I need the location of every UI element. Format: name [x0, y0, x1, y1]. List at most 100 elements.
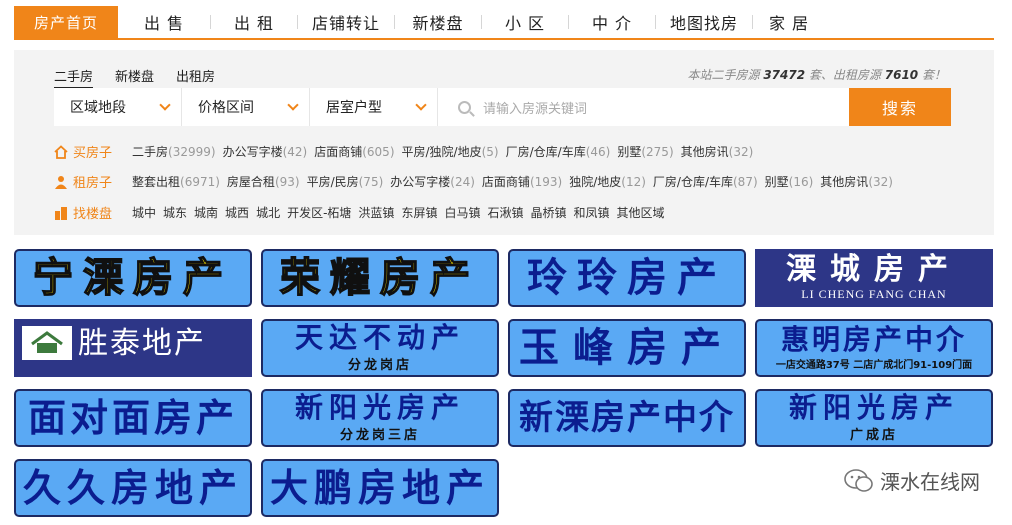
agency-logo-rongyao[interactable]: 荣耀房产	[261, 249, 499, 307]
agency-name: 新溧房产中介	[519, 398, 735, 438]
room-type-dropdown[interactable]: 居室户型	[310, 88, 438, 126]
agency-name: 新阳光房产	[294, 390, 465, 424]
wechat-icon	[844, 468, 873, 492]
building-icon	[55, 206, 67, 220]
agency-logo-licheng[interactable]: 溧城房产 LI CHENG FANG CHAN	[755, 249, 993, 307]
district-links: 城中 城东 城南 城西 城北 开发区-柘塘 洪蓝镇 东屏镇 白马镇 石湫镇 晶桥镇 和凤镇 其他区域	[132, 204, 672, 221]
link-count: (193)	[529, 175, 563, 189]
category-link[interactable]: 二手房(32999)	[132, 145, 216, 159]
tab-rental[interactable]: 出租房	[176, 66, 215, 89]
category-link[interactable]: 开发区-柘塘	[287, 206, 351, 220]
agency-logo-huiming[interactable]: 惠明房产中介 一店交通路37号 二店广成北门91-109门面	[755, 319, 993, 377]
tab-resale[interactable]: 二手房	[54, 66, 94, 89]
link-text: 别墅	[617, 145, 642, 159]
buy-label[interactable]: 买房子	[54, 142, 132, 161]
category-link[interactable]: 店面商铺(193)	[482, 175, 562, 189]
agency-logo-dapeng[interactable]: 大鹏房地产	[261, 459, 499, 517]
agency-branch: 广成店	[849, 427, 898, 443]
category-link[interactable]: 和凤镇	[574, 206, 610, 220]
agency-logo-ningli[interactable]: 宁溧房产	[14, 249, 252, 307]
agency-name: 溧城房产	[786, 251, 962, 287]
nav-map-search[interactable]: 地图找房	[656, 6, 752, 38]
agency-branch: 分龙岗店	[347, 357, 412, 373]
link-text: 办公写字楼	[390, 175, 451, 189]
link-count: (24)	[450, 175, 475, 189]
link-count: (605)	[362, 145, 395, 159]
link-text: 开发区-柘塘	[287, 206, 352, 220]
category-link[interactable]: 办公写字楼(42)	[223, 145, 308, 159]
search-panel: 二手房 新楼盘 出租房 本站二手房源 37472 套、出租房源 7610 套！ …	[14, 50, 994, 235]
agency-logo-mianduimian[interactable]: 面对面房产	[14, 389, 252, 447]
category-link[interactable]: 厂房/仓库/车库(46)	[506, 145, 611, 159]
nav-sale[interactable]: 出 售	[118, 6, 210, 38]
development-row: 找楼盘 城中 城东 城南 城西 城北 开发区-柘塘 洪蓝镇 东屏镇 白马镇 石湫镇 晶桥镇 和凤镇 其他…	[54, 203, 672, 222]
category-link[interactable]: 其他区域	[617, 206, 665, 220]
agency-logo-shengtai[interactable]: 胜泰地产	[14, 319, 252, 377]
category-link[interactable]: 房屋合租(93)	[227, 175, 300, 189]
category-link[interactable]: 石湫镇	[487, 206, 523, 220]
category-link[interactable]: 城中	[132, 206, 156, 220]
category-link[interactable]: 整套出租(6971)	[132, 175, 220, 189]
nav-rent[interactable]: 出 租	[211, 6, 297, 38]
search-tabs: 二手房 新楼盘 出租房	[54, 66, 215, 89]
agency-name: 胜泰地产	[78, 326, 206, 361]
link-text: 平房/独院/地皮	[401, 145, 482, 159]
nav-new-homes[interactable]: 新楼盘	[395, 6, 481, 38]
link-text: 和凤镇	[573, 206, 610, 220]
category-link[interactable]: 城南	[194, 206, 218, 220]
agency-logo-xinli[interactable]: 新溧房产中介	[508, 389, 746, 447]
category-link[interactable]: 城西	[225, 206, 249, 220]
agency-logo-xinyangguang-2[interactable]: 新阳光房产 广成店	[755, 389, 993, 447]
category-link[interactable]: 店面商铺(605)	[314, 145, 394, 159]
agency-logo-yufeng[interactable]: 玉峰房产	[508, 319, 746, 377]
chevron-down-icon	[287, 99, 299, 111]
agency-english-name: LI CHENG FANG CHAN	[801, 286, 947, 301]
link-text: 其他房讯	[820, 175, 869, 189]
area-dropdown[interactable]: 区域地段	[54, 88, 182, 126]
price-dropdown[interactable]: 价格区间	[182, 88, 310, 126]
link-text: 洪蓝镇	[358, 206, 395, 220]
link-text: 独院/地皮	[569, 175, 622, 189]
nav-agency[interactable]: 中 介	[569, 6, 655, 38]
rent-label[interactable]: 租房子	[54, 172, 132, 191]
stats-text: 套、出租房源	[808, 68, 881, 82]
stats-text: 本站二手房源	[687, 68, 760, 82]
nav-home[interactable]: 房产首页	[14, 6, 118, 38]
category-link[interactable]: 办公写字楼(24)	[390, 175, 475, 189]
development-label[interactable]: 找楼盘	[54, 203, 132, 222]
nav-home-furnishing[interactable]: 家 居	[753, 6, 825, 38]
link-count: (93)	[274, 175, 300, 189]
category-link[interactable]: 厂房/仓库/车库(87)	[653, 175, 758, 189]
agency-logo-jiujiu[interactable]: 久久房地产	[14, 459, 252, 517]
category-link[interactable]: 其他房讯(32)	[681, 145, 754, 159]
category-link[interactable]: 白马镇	[444, 206, 480, 220]
category-link[interactable]: 晶桥镇	[530, 206, 566, 220]
link-count: (42)	[282, 145, 308, 159]
link-count: (6971)	[180, 175, 220, 189]
category-link[interactable]: 城东	[163, 206, 187, 220]
search-input[interactable]: 请输入房源关键词	[438, 88, 849, 126]
nav-community[interactable]: 小 区	[482, 6, 568, 38]
category-link[interactable]: 别墅(275)	[617, 145, 673, 159]
category-link[interactable]: 独院/地皮(12)	[569, 175, 646, 189]
search-button[interactable]: 搜索	[849, 88, 951, 126]
nav-shop-transfer[interactable]: 店铺转让	[298, 6, 394, 38]
link-count: (16)	[788, 175, 814, 189]
agency-logo-xinyangguang-1[interactable]: 新阳光房产 分龙岗三店	[261, 389, 499, 447]
category-link[interactable]: 洪蓝镇	[358, 206, 394, 220]
link-count: (75)	[358, 175, 384, 189]
house-logo-icon	[22, 326, 72, 360]
category-link[interactable]: 其他房讯(32)	[820, 175, 893, 189]
agency-name: 玲玲房产	[527, 254, 727, 301]
row-label: 租房子	[73, 176, 113, 191]
agency-name: 面对面房产	[27, 395, 238, 440]
tab-new-homes[interactable]: 新楼盘	[115, 66, 154, 89]
agency-logo-tianda[interactable]: 天达不动产 分龙岗店	[261, 319, 499, 377]
category-link[interactable]: 别墅(16)	[765, 175, 814, 189]
dropdown-label: 区域地段	[70, 100, 126, 116]
category-link[interactable]: 城北	[256, 206, 280, 220]
category-link[interactable]: 东屏镇	[401, 206, 437, 220]
category-link[interactable]: 平房/民房(75)	[307, 175, 384, 189]
category-link[interactable]: 平房/独院/地皮(5)	[402, 145, 499, 159]
agency-logo-lingling[interactable]: 玲玲房产	[508, 249, 746, 307]
